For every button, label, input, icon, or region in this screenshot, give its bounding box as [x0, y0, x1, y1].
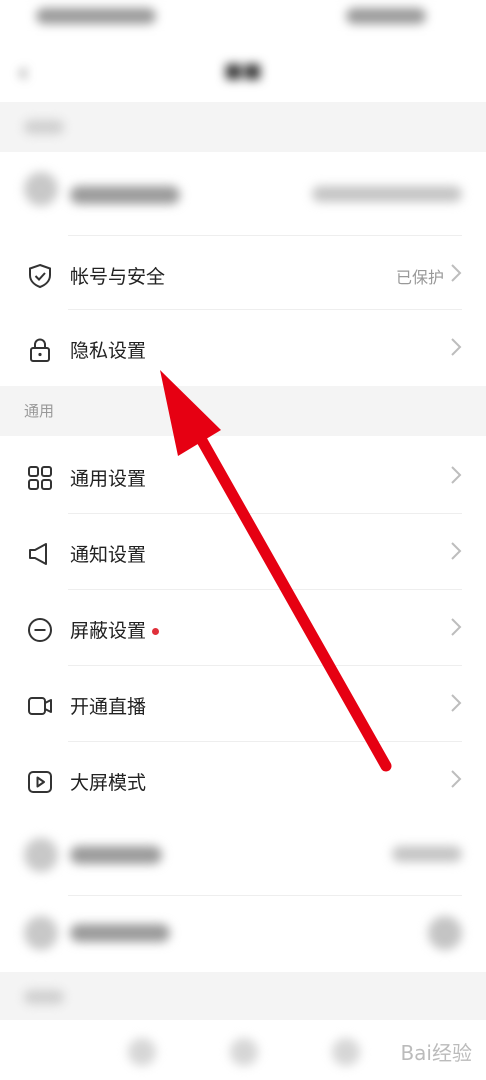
row-block-settings[interactable]: 屏蔽设置: [0, 590, 486, 666]
row-label: 开通直播: [70, 696, 147, 718]
blurred-row-1[interactable]: [0, 152, 486, 236]
row-account-security[interactable]: 帐号与安全 已保护: [0, 236, 486, 310]
blurred-avatar: [24, 172, 58, 206]
row-label: 帐号与安全: [70, 266, 166, 288]
blurred-dot: [128, 1038, 156, 1066]
chevron-right-icon: [451, 338, 462, 356]
blurred-value: [312, 186, 462, 202]
play-icon: [28, 771, 52, 793]
row-label: 大屏模式: [70, 772, 147, 794]
shield-icon: [29, 263, 51, 289]
row-big-screen-mode[interactable]: 大屏模式: [0, 742, 486, 818]
blurred-label: [70, 846, 162, 864]
blurred-dot: [230, 1038, 258, 1066]
section-header-other: [0, 972, 486, 1020]
section-header-general: 通用: [0, 386, 486, 436]
row-label: 通用设置: [70, 468, 147, 490]
blurred-label: [70, 186, 180, 204]
row-label: 屏蔽设置: [70, 616, 160, 643]
section-title: 通用: [24, 402, 55, 420]
chevron-right-icon: [451, 770, 462, 788]
status-icons: [346, 8, 426, 24]
watermark-text: Bai经验: [400, 1041, 472, 1065]
page-title: ■■: [224, 58, 262, 82]
blurred-dot: [332, 1038, 360, 1066]
nav-bar: ‹ ■■: [0, 40, 486, 102]
chevron-right-icon: [451, 542, 462, 560]
row-value: 已保护: [395, 268, 444, 287]
row-privacy[interactable]: 隐私设置: [0, 310, 486, 386]
blurred-label: [70, 924, 170, 942]
row-label: 隐私设置: [70, 340, 147, 362]
speaker-icon: [29, 543, 47, 565]
row-notification-settings[interactable]: 通知设置: [0, 514, 486, 590]
chevron-right-icon: [451, 694, 462, 712]
blurred-row-2[interactable]: [0, 818, 486, 896]
blurred-icon: [24, 838, 58, 872]
blurred-toggle: [428, 916, 462, 950]
status-bar: [0, 0, 486, 40]
notification-dot: [152, 628, 160, 635]
row-label: 通知设置: [70, 544, 147, 566]
lock-icon: [30, 338, 50, 362]
status-time: [36, 8, 156, 24]
camera-icon: [28, 697, 52, 715]
chevron-right-icon: [451, 466, 462, 484]
block-icon: [28, 618, 52, 642]
grid-icon: [28, 466, 52, 490]
blurred-icon: [24, 916, 58, 950]
blurred-value: [392, 846, 462, 862]
row-live-stream[interactable]: 开通直播: [0, 666, 486, 742]
blurred-row-3[interactable]: [0, 896, 486, 972]
row-general-settings[interactable]: 通用设置: [0, 436, 486, 514]
bottom-area: Bai经验: [0, 1020, 486, 1080]
section-header-account: [0, 102, 486, 152]
chevron-right-icon: [451, 264, 462, 282]
chevron-right-icon: [451, 618, 462, 636]
